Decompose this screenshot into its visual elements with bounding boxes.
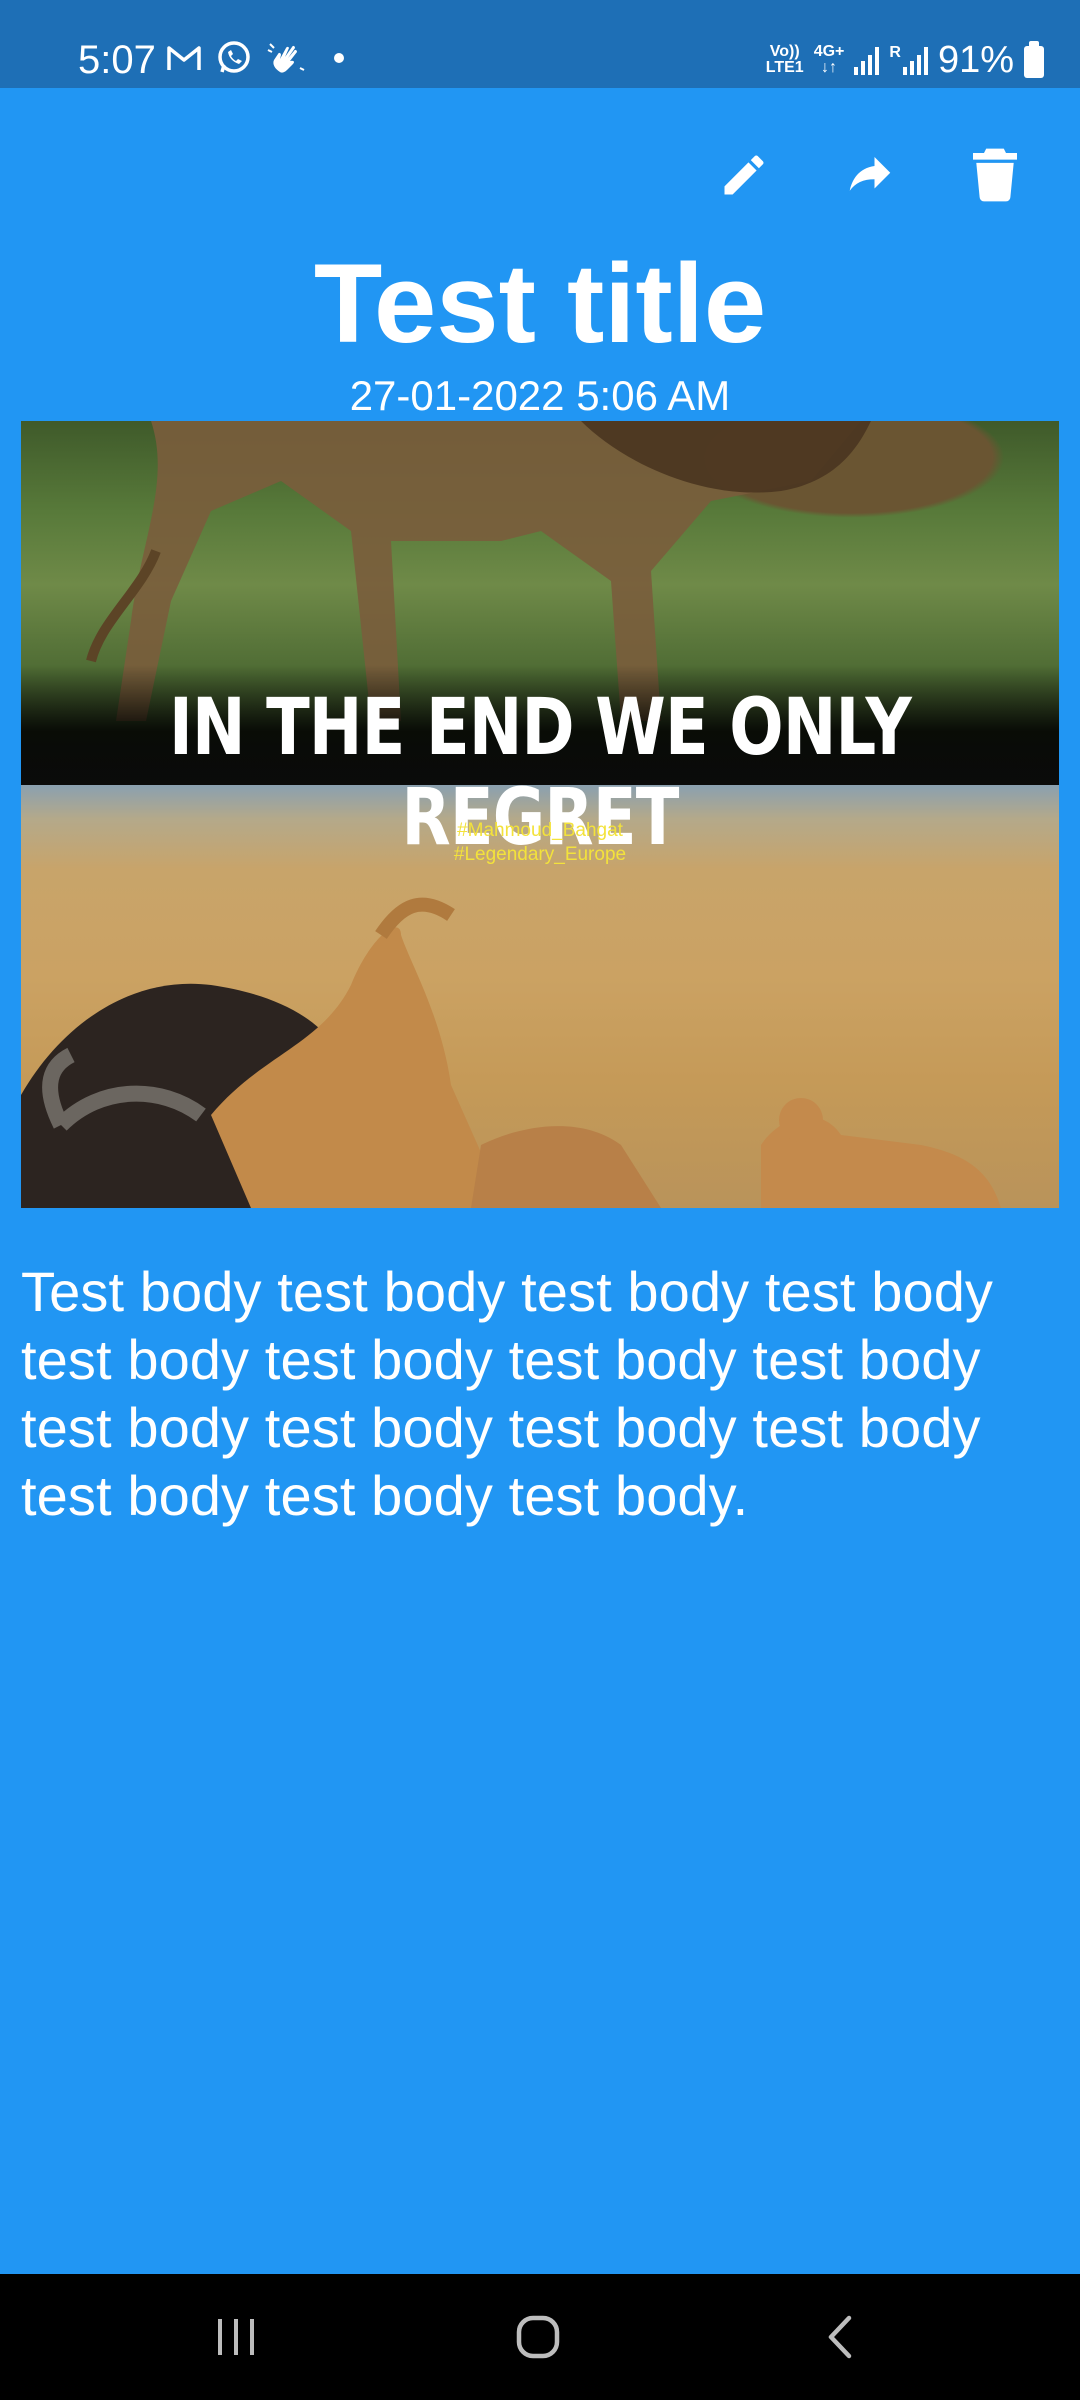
battery-icon — [1024, 41, 1044, 78]
trash-icon — [973, 148, 1017, 202]
status-bar: 5:07 Vo)) LTE1 4G+ ↓↑ R 91% — [0, 0, 1080, 88]
recents-button[interactable] — [156, 2274, 316, 2400]
note-title: Test title — [313, 241, 767, 366]
recents-icon — [218, 2319, 254, 2355]
volte-indicator: Vo)) LTE1 — [765, 43, 804, 76]
notification-dot — [334, 53, 344, 63]
home-icon — [516, 2315, 560, 2359]
signal-icon — [854, 45, 880, 75]
back-icon — [828, 2315, 852, 2359]
wave-hand-icon — [267, 43, 305, 73]
whatsapp-icon — [218, 41, 250, 73]
share-button[interactable] — [835, 140, 905, 210]
image-lion-scene: IN THE END WE ONLY REGRET — [21, 421, 1059, 863]
gmail-icon — [167, 46, 201, 70]
status-time: 5:07 — [78, 38, 156, 82]
image-hashtags: #Mahmoud_Bahgat #Legendary_Europe — [453, 820, 627, 865]
notification-icons — [166, 40, 344, 76]
data-arrows-icon: ↓↑ — [821, 59, 838, 76]
pencil-icon — [724, 155, 764, 195]
battery-percent: 91% — [937, 39, 1014, 81]
signal-roaming-icon: R — [889, 45, 928, 75]
delete-button[interactable] — [960, 140, 1030, 210]
network-type-indicator: 4G+ ↓↑ — [813, 43, 845, 76]
note-timestamp: 27-01-2022 5:06 AM — [349, 372, 731, 419]
note-actions — [0, 140, 1080, 210]
share-arrow-icon — [849, 157, 891, 191]
back-button[interactable] — [760, 2274, 920, 2400]
home-button[interactable] — [458, 2274, 618, 2400]
status-indicators: Vo)) LTE1 4G+ ↓↑ R 91% — [766, 36, 1044, 84]
note-body: Test body test body test body test body … — [21, 1260, 994, 1527]
system-nav-bar — [0, 2274, 1080, 2400]
edit-button[interactable] — [709, 140, 779, 210]
note-image[interactable]: IN THE END WE ONLY REGRET #Mahmoud_Bahga… — [21, 421, 1059, 1208]
